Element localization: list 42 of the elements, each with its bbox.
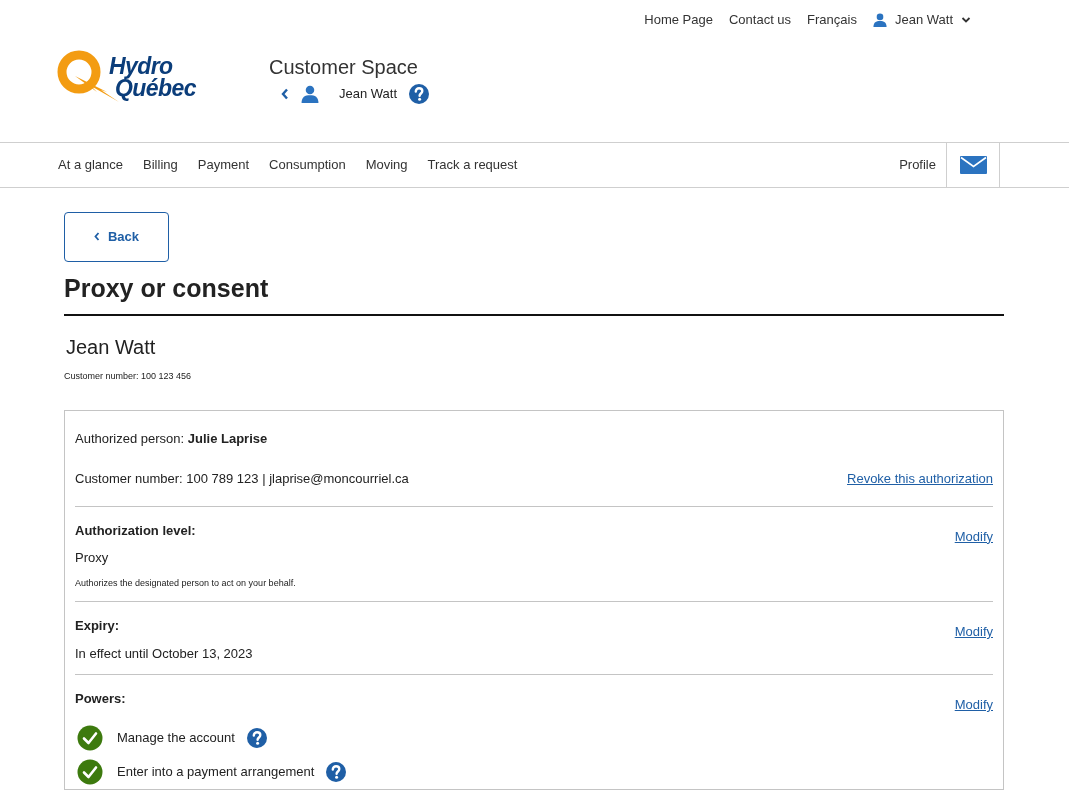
help-icon[interactable] — [409, 83, 430, 104]
back-button[interactable]: Back — [64, 211, 169, 262]
nav-link[interactable]: Moving — [365, 154, 408, 175]
customer-name: Jean Watt — [66, 335, 157, 360]
user-icon — [301, 84, 319, 103]
authorized-details: Customer number: 100 789 123 | jlaprise@moncourriel.ca — [75, 470, 409, 488]
section-value: In effect until October 13, 2023 — [75, 644, 254, 663]
nav-link[interactable]: Track a request — [427, 154, 518, 175]
profile-link[interactable]: Profile — [899, 142, 946, 187]
modify-link[interactable]: Modify — [954, 695, 993, 715]
revoke-link[interactable]: Revoke this authorization — [847, 469, 993, 489]
account-name: Jean Watt — [339, 84, 398, 103]
power-label: Manage the account — [117, 728, 235, 747]
nav-link[interactable]: At a glance — [58, 154, 124, 175]
nav-link[interactable]: Billing — [143, 154, 178, 175]
section-label: Authorization level: — [75, 521, 196, 540]
user-icon — [872, 12, 887, 27]
mail-icon[interactable] — [959, 155, 987, 174]
authorized-person: Authorized person: Julie Laprise — [75, 429, 269, 448]
page-title: Proxy or consent — [64, 269, 1004, 316]
hydro-logo[interactable]: Hydro Québec — [57, 49, 269, 104]
section-label: Powers: — [75, 690, 126, 708]
help-icon[interactable] — [246, 727, 267, 748]
space-title: Customer Space — [269, 54, 419, 80]
nav-link[interactable]: Payment — [197, 154, 250, 175]
section-value: Proxy — [75, 549, 110, 567]
chevron-left-icon — [93, 232, 100, 241]
nav-link[interactable]: Consumption — [269, 154, 346, 175]
top-link[interactable]: Français — [807, 10, 857, 30]
modify-link[interactable]: Modify — [954, 526, 993, 546]
help-icon[interactable] — [326, 761, 347, 782]
chevron-left-icon[interactable] — [281, 87, 289, 100]
chevron-down-icon — [961, 15, 971, 24]
modify-link[interactable]: Modify — [954, 622, 993, 642]
power-label: Enter into a payment arrangement — [117, 762, 315, 781]
top-link[interactable]: Home Page — [644, 10, 713, 30]
section-note: Authorizes the designated person to act on your behalf. — [75, 576, 297, 590]
user-menu[interactable]: Jean Watt — [872, 10, 971, 30]
logo-text: Hydro — [109, 54, 173, 77]
section-label: Expiry: — [75, 617, 120, 635]
customer-number: Customer number: 100 123 456 — [64, 370, 193, 383]
top-link[interactable]: Contact us — [728, 10, 792, 30]
